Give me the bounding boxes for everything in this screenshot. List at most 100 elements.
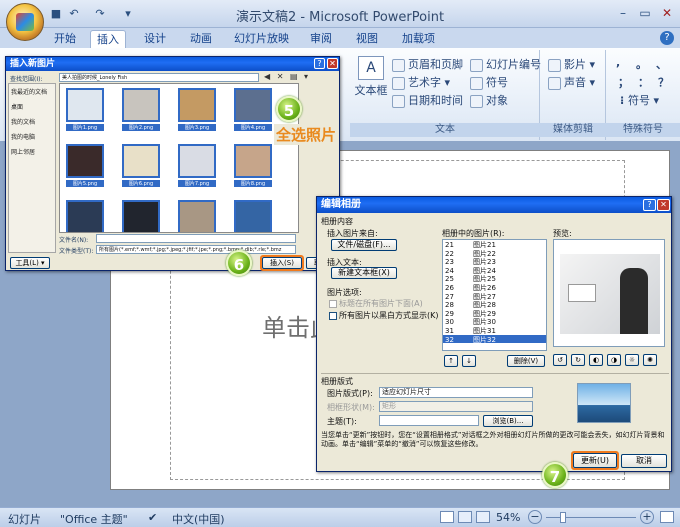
album-cancel-button[interactable]: 取消 bbox=[621, 454, 667, 468]
contrast-down-icon[interactable]: ◑ bbox=[607, 354, 621, 366]
picture-row-selected[interactable]: 32 图片32 bbox=[443, 334, 546, 344]
dialog-close-icon[interactable]: ✕ bbox=[327, 58, 338, 69]
help-icon[interactable]: ? bbox=[660, 31, 674, 45]
tab-animations[interactable]: 动画 bbox=[184, 30, 218, 48]
header-footer-button[interactable]: 页眉和页脚 bbox=[392, 56, 463, 72]
nav-mycomputer[interactable]: 我的电脑 bbox=[9, 129, 55, 144]
rotate-right-icon[interactable]: ↻ bbox=[571, 354, 585, 366]
brightness-down-icon[interactable]: ✺ bbox=[643, 354, 657, 366]
browse-button[interactable]: 浏览(B)... bbox=[483, 415, 533, 427]
zoom-level[interactable]: 54% bbox=[496, 511, 520, 524]
textbox-button[interactable]: A 文本框 bbox=[354, 56, 388, 98]
remove-button[interactable]: 删除(V) bbox=[507, 355, 545, 367]
thumb-6[interactable] bbox=[122, 144, 160, 178]
tab-review[interactable]: 审阅 bbox=[304, 30, 338, 48]
tab-slideshow[interactable]: 幻灯片放映 bbox=[228, 30, 295, 48]
picture-row[interactable]: 23 图片23 bbox=[443, 257, 546, 266]
picture-row[interactable]: 27 图片27 bbox=[443, 292, 546, 301]
picture-layout-dropdown[interactable]: 适应幻灯片尺寸 bbox=[379, 387, 533, 398]
thumb-5[interactable] bbox=[66, 144, 104, 178]
brightness-up-icon[interactable]: ☼ bbox=[625, 354, 639, 366]
special-colon[interactable]: ： bbox=[638, 74, 649, 90]
picture-row[interactable]: 24 图片24 bbox=[443, 266, 546, 275]
special-semicolon[interactable]: ； bbox=[618, 74, 629, 90]
thumb-2[interactable] bbox=[122, 88, 160, 122]
picture-row[interactable]: 28 图片28 bbox=[443, 300, 546, 309]
redo-icon[interactable]: ↷ bbox=[92, 6, 108, 22]
thumb-9[interactable] bbox=[66, 200, 104, 232]
wordart-button[interactable]: 艺术字 ▾ bbox=[392, 74, 450, 90]
slide-sorter-icon[interactable] bbox=[458, 511, 472, 523]
picture-row[interactable]: 31 图片31 bbox=[443, 326, 546, 335]
thumb-12[interactable] bbox=[234, 200, 272, 232]
office-button[interactable] bbox=[6, 3, 44, 41]
special-symbols-button[interactable]: ⁝ 符号 ▾ bbox=[620, 92, 659, 108]
all-bw-option[interactable]: 所有图片以黑白方式显示(K) bbox=[329, 310, 439, 321]
rotate-left-icon[interactable]: ↺ bbox=[553, 354, 567, 366]
nav-desktop[interactable]: 桌面 bbox=[9, 99, 55, 114]
thumb-3[interactable] bbox=[178, 88, 216, 122]
slideshow-icon[interactable] bbox=[476, 511, 490, 523]
zoom-in-icon[interactable]: + bbox=[640, 510, 654, 524]
tools-button[interactable]: 工具(L) ▾ bbox=[10, 257, 50, 269]
normal-view-icon[interactable] bbox=[440, 511, 454, 523]
nav-network[interactable]: 网上邻居 bbox=[9, 144, 55, 159]
album-help-icon[interactable]: ? bbox=[643, 199, 656, 211]
slide-number-button[interactable]: 幻灯片编号 bbox=[470, 56, 541, 72]
new-textbox-button[interactable]: 新建文本框(X) bbox=[331, 267, 397, 279]
dialog-toolbar-icons[interactable]: ◀ ✕ ▤ ▾ bbox=[264, 72, 310, 81]
save-icon[interactable]: ■ bbox=[48, 6, 64, 22]
symbol-button[interactable]: 符号 bbox=[470, 74, 508, 90]
picture-row[interactable]: 26 图片26 bbox=[443, 283, 546, 292]
datetime-button[interactable]: 日期和时间 bbox=[392, 92, 463, 108]
undo-icon[interactable]: ↶ bbox=[66, 6, 82, 22]
restore-button[interactable]: ▭ bbox=[634, 4, 656, 22]
special-comma[interactable]: , bbox=[616, 56, 620, 69]
special-dunhao[interactable]: 、 bbox=[656, 56, 667, 72]
file-disk-button[interactable]: 文件/磁盘(F)... bbox=[331, 239, 397, 251]
move-down-button[interactable]: ↓ bbox=[462, 355, 476, 367]
theme-input[interactable] bbox=[379, 415, 479, 426]
nav-mydocs[interactable]: 我的文档 bbox=[9, 114, 55, 129]
tab-home[interactable]: 开始 bbox=[48, 30, 82, 48]
fit-window-icon[interactable] bbox=[660, 511, 674, 523]
close-button[interactable]: ✕ bbox=[656, 4, 678, 22]
lookin-dropdown[interactable]: 美人拍图的时候_Lonely Fish bbox=[59, 73, 259, 82]
picture-row[interactable]: 21 图片21 bbox=[443, 240, 546, 249]
thumb-1[interactable] bbox=[66, 88, 104, 122]
spellcheck-icon[interactable]: ✔ bbox=[148, 511, 157, 524]
tab-design[interactable]: 设计 bbox=[138, 30, 172, 48]
special-question[interactable]: ？ bbox=[658, 74, 669, 90]
thumb-8[interactable] bbox=[234, 144, 272, 178]
move-up-button[interactable]: ↑ bbox=[444, 355, 458, 367]
tab-view[interactable]: 视图 bbox=[350, 30, 384, 48]
insert-button[interactable]: 插入(S) bbox=[262, 257, 302, 269]
zoom-slider-thumb[interactable] bbox=[560, 512, 566, 523]
zoom-out-icon[interactable]: − bbox=[528, 510, 542, 524]
nav-recent[interactable]: 我最近的文档 bbox=[9, 84, 55, 99]
thumb-4[interactable] bbox=[234, 88, 272, 122]
album-close-icon[interactable]: ✕ bbox=[657, 199, 670, 211]
special-period[interactable]: 。 bbox=[636, 56, 647, 72]
picture-row[interactable]: 29 图片29 bbox=[443, 309, 546, 318]
dialog-help-icon[interactable]: ? bbox=[314, 58, 325, 69]
thumb-7[interactable] bbox=[178, 144, 216, 178]
customize-qat-icon[interactable]: ▾ bbox=[120, 6, 136, 22]
sound-button[interactable]: 声音 ▾ bbox=[548, 74, 595, 90]
thumb-11[interactable] bbox=[178, 200, 216, 232]
thumb-10[interactable] bbox=[122, 200, 160, 232]
pictures-list[interactable]: 21 图片21 22 图片22 23 图片23 24 图片24 25 图片25 26 图片2… bbox=[442, 239, 547, 351]
update-button[interactable]: 更新(U) bbox=[573, 453, 617, 468]
all-bw-checkbox[interactable] bbox=[329, 311, 337, 320]
object-button[interactable]: 对象 bbox=[470, 92, 508, 108]
picture-row[interactable]: 25 图片25 bbox=[443, 274, 546, 283]
tab-addins[interactable]: 加载项 bbox=[396, 30, 441, 48]
contrast-up-icon[interactable]: ◐ bbox=[589, 354, 603, 366]
picture-row[interactable]: 30 图片30 bbox=[443, 317, 546, 326]
movie-button[interactable]: 影片 ▾ bbox=[548, 56, 595, 72]
tab-insert[interactable]: 插入 bbox=[90, 30, 126, 48]
minimize-button[interactable]: – bbox=[612, 4, 634, 22]
picture-row[interactable]: 22 图片22 bbox=[443, 249, 546, 258]
filename-input[interactable] bbox=[96, 234, 296, 243]
filetype-dropdown[interactable]: 所有图片(*.emf;*.wmf;*.jpg;*.jpeg;*.jfif;*.j… bbox=[96, 245, 296, 254]
